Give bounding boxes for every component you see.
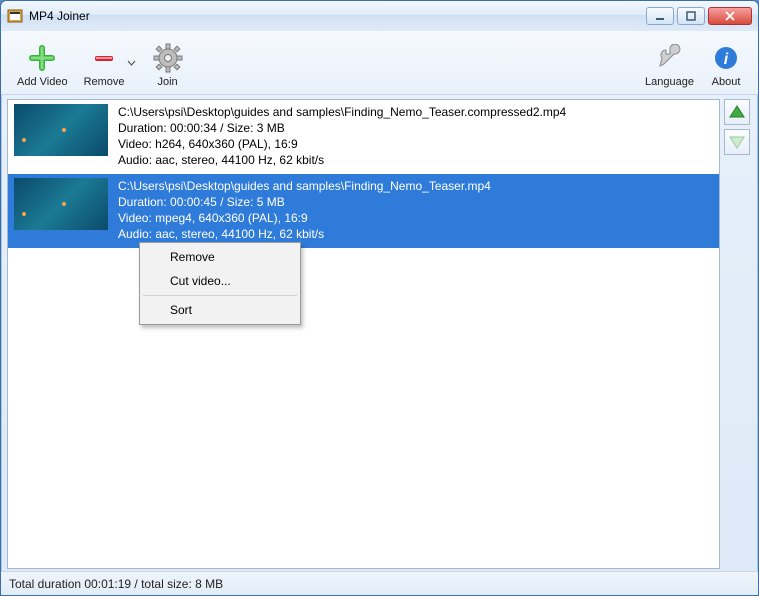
language-label: Language <box>645 76 694 88</box>
titlebar[interactable]: MP4 Joiner <box>1 1 758 31</box>
svg-text:i: i <box>724 51 729 68</box>
status-text: Total duration 00:01:19 / total size: 8 … <box>9 577 223 591</box>
menu-remove[interactable]: Remove <box>142 245 298 269</box>
context-menu: Remove Cut video... Sort <box>139 242 301 325</box>
app-window: MP4 Joiner Add Video Remove <box>0 0 759 596</box>
window-title: MP4 Joiner <box>29 9 646 23</box>
item-meta: C:\Users\psi\Desktop\guides and samples\… <box>118 104 566 168</box>
toolbar: Add Video Remove Join Language <box>1 31 758 95</box>
plus-icon <box>26 42 58 74</box>
item-path: C:\Users\psi\Desktop\guides and samples\… <box>118 178 491 194</box>
item-path: C:\Users\psi\Desktop\guides and samples\… <box>118 104 566 120</box>
content-area: C:\Users\psi\Desktop\guides and samples\… <box>7 99 752 569</box>
list-item[interactable]: C:\Users\psi\Desktop\guides and samples\… <box>8 174 719 248</box>
menu-separator <box>143 295 297 296</box>
video-thumbnail <box>14 178 108 230</box>
info-icon: i <box>710 42 742 74</box>
add-video-label: Add Video <box>17 76 68 88</box>
join-label: Join <box>157 76 177 88</box>
item-audio: Audio: aac, stereo, 44100 Hz, 62 kbit/s <box>118 226 491 242</box>
remove-label: Remove <box>84 76 125 88</box>
menu-cut-video[interactable]: Cut video... <box>142 269 298 293</box>
item-audio: Audio: aac, stereo, 44100 Hz, 62 kbit/s <box>118 152 566 168</box>
language-button[interactable]: Language <box>637 40 702 90</box>
chevron-down-icon[interactable] <box>127 48 136 81</box>
item-meta: C:\Users\psi\Desktop\guides and samples\… <box>118 178 491 242</box>
about-button[interactable]: i About <box>702 40 750 90</box>
join-button[interactable]: Join <box>144 40 192 90</box>
video-list[interactable]: C:\Users\psi\Desktop\guides and samples\… <box>7 99 720 569</box>
item-video: Video: h264, 640x360 (PAL), 16:9 <box>118 136 566 152</box>
maximize-button[interactable] <box>677 7 705 25</box>
minus-icon <box>88 42 120 74</box>
add-video-button[interactable]: Add Video <box>9 40 76 90</box>
app-icon <box>7 8 23 24</box>
reorder-controls <box>724 99 752 569</box>
status-bar: Total duration 00:01:19 / total size: 8 … <box>1 571 758 595</box>
about-label: About <box>712 76 741 88</box>
video-thumbnail <box>14 104 108 156</box>
item-video: Video: mpeg4, 640x360 (PAL), 16:9 <box>118 210 491 226</box>
minimize-button[interactable] <box>646 7 674 25</box>
close-button[interactable] <box>708 7 752 25</box>
item-duration-size: Duration: 00:00:34 / Size: 3 MB <box>118 120 566 136</box>
move-down-button[interactable] <box>724 129 750 155</box>
move-up-button[interactable] <box>724 99 750 125</box>
remove-button[interactable]: Remove <box>76 40 144 90</box>
gear-icon <box>152 42 184 74</box>
window-controls <box>646 7 752 25</box>
item-duration-size: Duration: 00:00:45 / Size: 5 MB <box>118 194 491 210</box>
list-item[interactable]: C:\Users\psi\Desktop\guides and samples\… <box>8 100 719 174</box>
menu-sort[interactable]: Sort <box>142 298 298 322</box>
wrench-icon <box>654 42 686 74</box>
